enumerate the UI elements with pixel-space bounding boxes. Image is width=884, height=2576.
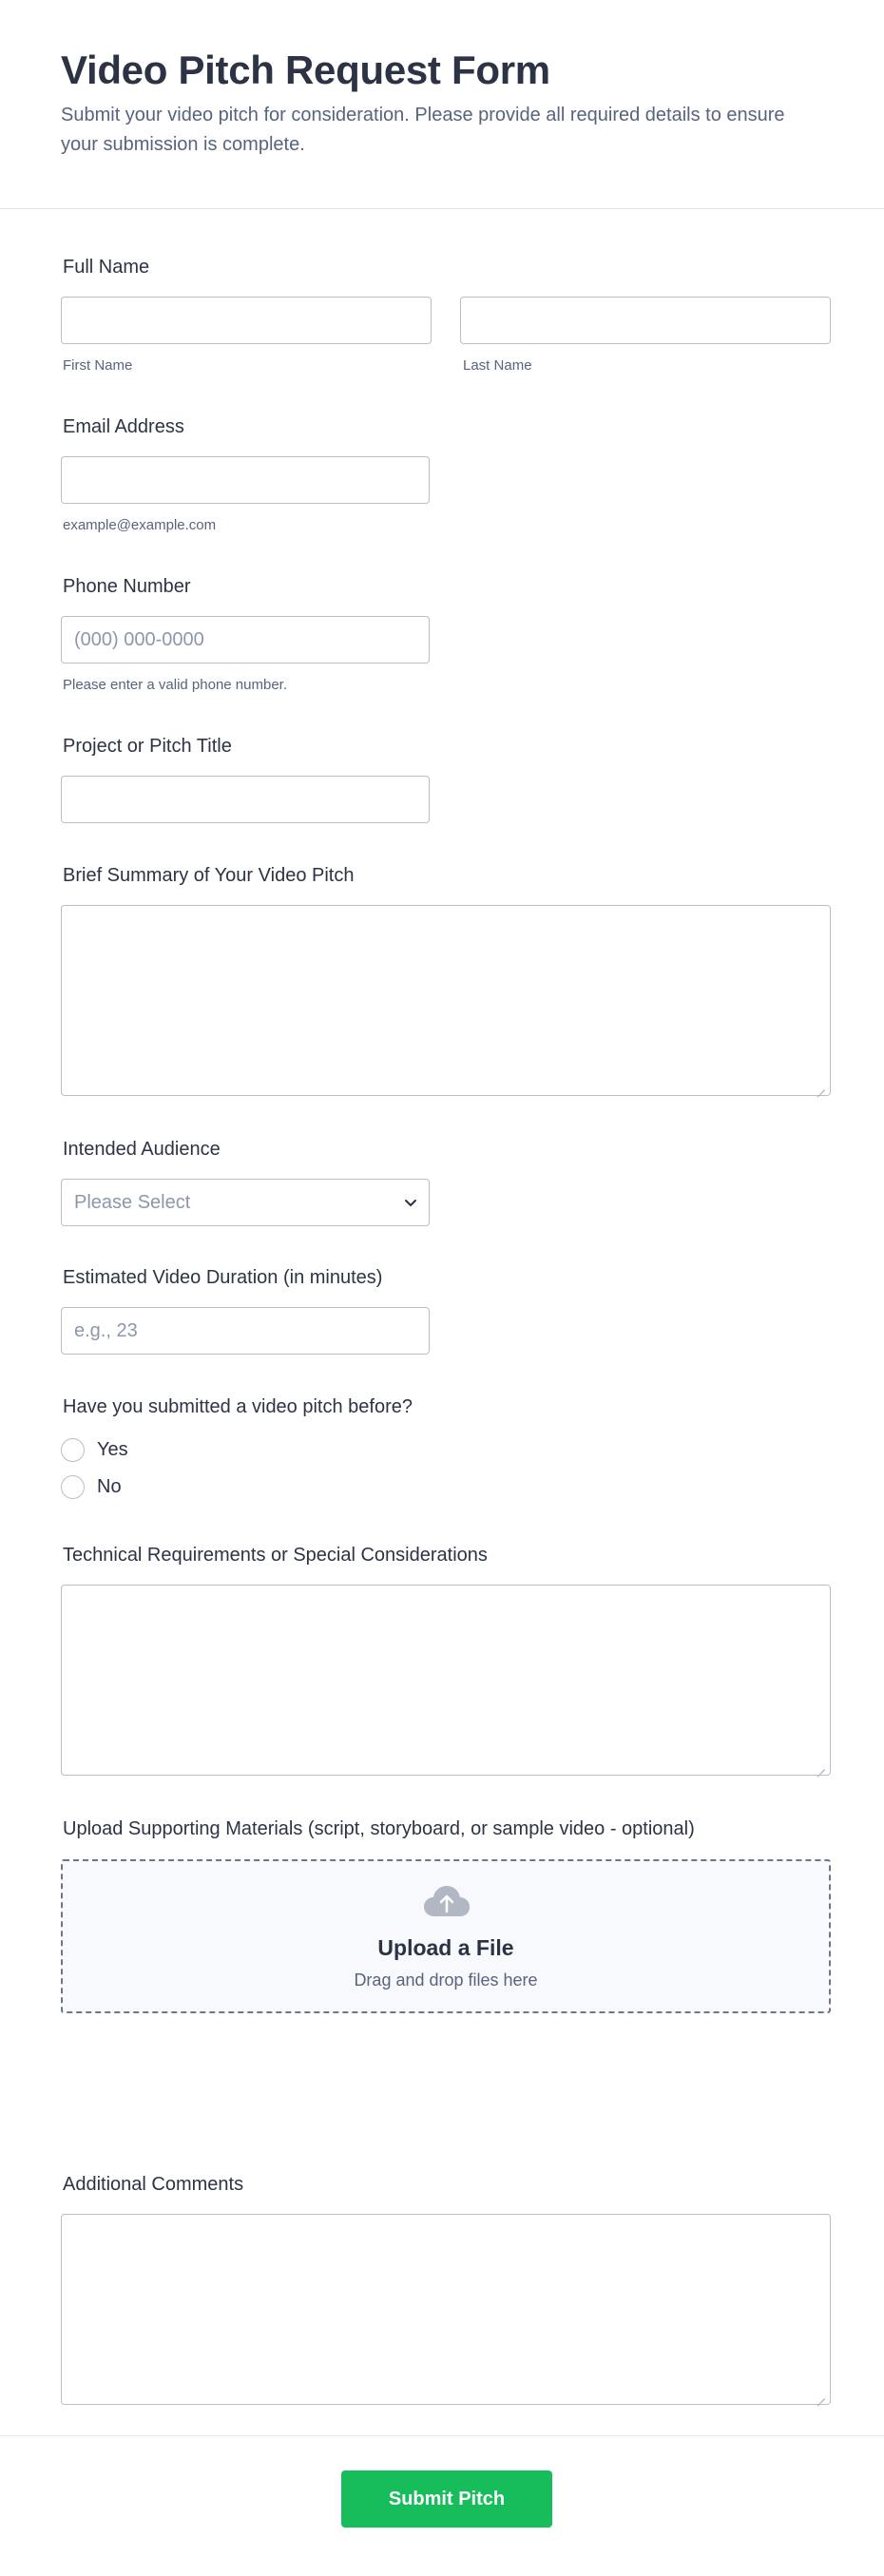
chevron-down-icon: [405, 1200, 416, 1206]
project-title-label: Project or Pitch Title: [63, 736, 232, 757]
phone-input[interactable]: [61, 616, 430, 663]
technical-resize-handle[interactable]: [816, 1760, 825, 1770]
summary-label: Brief Summary of Your Video Pitch: [63, 865, 355, 886]
upload-subtitle: Drag and drop files here: [354, 1970, 538, 1990]
email-sublabel: example@example.com: [63, 517, 217, 533]
form-header: Video Pitch Request Form Submit your vid…: [0, 0, 884, 209]
last-name-input[interactable]: [460, 297, 831, 344]
submitted-before-label: Have you submitted a video pitch before?: [63, 1396, 413, 1417]
upload-title: Upload a File: [377, 1935, 514, 1960]
phone-label: Phone Number: [63, 576, 191, 597]
summary-textarea[interactable]: [61, 905, 831, 1096]
summary-resize-handle[interactable]: [816, 1081, 825, 1090]
form-subtitle: Submit your video pitch for consideratio…: [61, 105, 785, 155]
technical-label: Technical Requirements or Special Consid…: [63, 1545, 488, 1566]
upload-label: Upload Supporting Materials (script, sto…: [63, 1818, 695, 1839]
radio-label-yes: Yes: [97, 1439, 128, 1460]
duration-input[interactable]: [61, 1307, 430, 1355]
comments-resize-handle[interactable]: [816, 2390, 825, 2399]
form-title: Video Pitch Request Form: [61, 48, 550, 92]
submit-button[interactable]: Submit Pitch: [341, 2470, 552, 2528]
full-name-label: Full Name: [63, 257, 150, 278]
radio-button-yes[interactable]: [61, 1438, 85, 1462]
project-title-input[interactable]: [61, 776, 430, 823]
first-name-sublabel: First Name: [63, 357, 133, 374]
comments-label: Additional Comments: [63, 2174, 244, 2195]
comments-textarea[interactable]: [61, 2214, 831, 2405]
radio-label-no: No: [97, 1476, 122, 1497]
first-name-input[interactable]: [61, 297, 432, 344]
cloud-upload-icon: [424, 1886, 470, 1916]
radio-button-no[interactable]: [61, 1475, 85, 1499]
last-name-sublabel: Last Name: [463, 357, 532, 374]
technical-textarea[interactable]: [61, 1585, 831, 1776]
phone-sublabel: Please enter a valid phone number.: [63, 677, 287, 693]
file-upload-dropzone[interactable]: Upload a File Drag and drop files here: [61, 1859, 831, 2013]
form-footer: Submit Pitch: [0, 2435, 884, 2576]
audience-label: Intended Audience: [63, 1139, 221, 1160]
audience-select[interactable]: Please Select: [61, 1179, 430, 1226]
email-input[interactable]: [61, 456, 430, 504]
audience-selected-value: Please Select: [74, 1192, 191, 1213]
duration-label: Estimated Video Duration (in minutes): [63, 1267, 383, 1288]
email-label: Email Address: [63, 416, 184, 437]
